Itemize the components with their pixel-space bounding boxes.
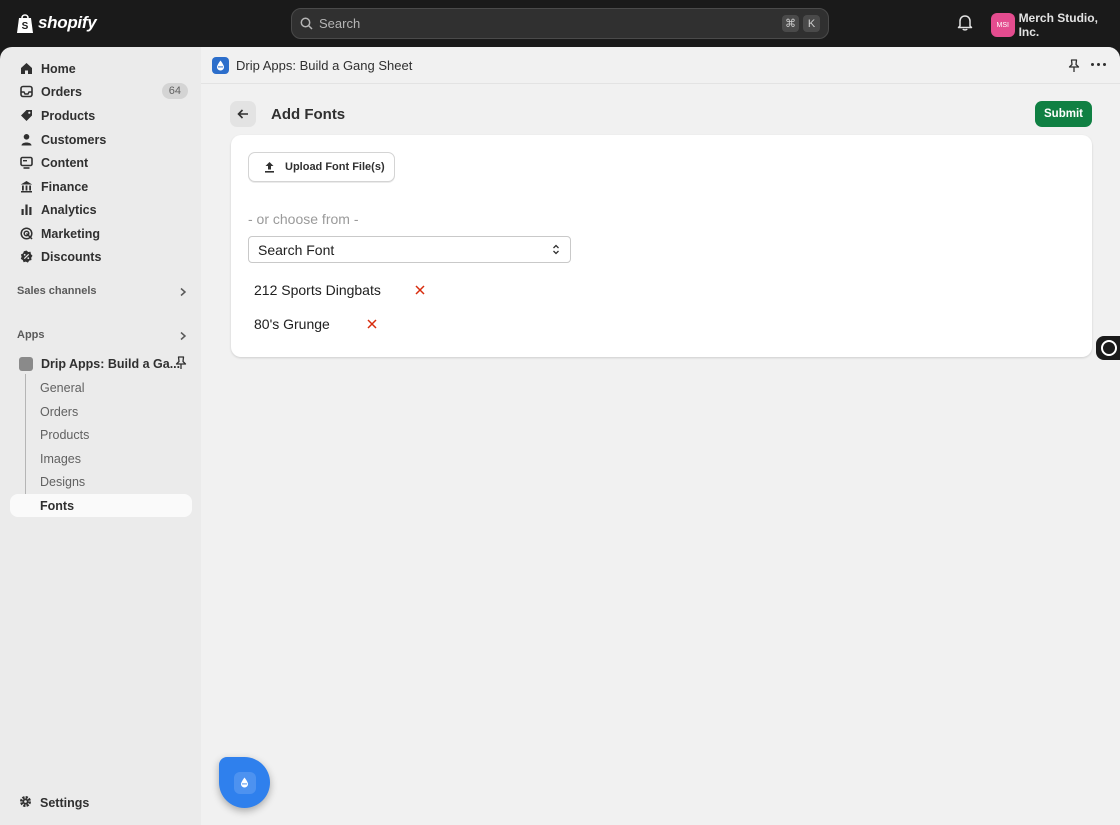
apps-heading[interactable]: Apps [17, 329, 45, 341]
sidebar-item-label: Analytics [41, 202, 97, 217]
submit-button[interactable]: Submit [1035, 101, 1092, 127]
font-select-value: Search Font [258, 241, 335, 258]
brand-name: shopify [38, 13, 97, 32]
font-name: 212 Sports Dingbats [254, 282, 381, 298]
sidebar-subitem-orders[interactable]: Orders [10, 400, 192, 423]
font-select[interactable]: Search Font [248, 236, 571, 263]
sidebar-item-discounts[interactable]: Discounts [10, 245, 192, 268]
tag-icon [19, 109, 33, 123]
app-icon [19, 356, 33, 371]
shortcut-key-k: K [803, 15, 820, 32]
select-arrows-icon [553, 244, 559, 255]
chevron-right-icon[interactable] [178, 287, 188, 297]
or-choose-text: - or choose from - [248, 211, 359, 227]
upload-font-label: Upload Font File(s) [285, 161, 385, 173]
inbox-icon [19, 85, 33, 99]
svg-text:S: S [22, 21, 29, 32]
sidebar-item-label: Orders [41, 84, 82, 99]
close-icon [367, 319, 377, 329]
ring-icon [1101, 340, 1117, 356]
bell-icon[interactable] [957, 14, 973, 31]
sidebar-item-customers[interactable]: Customers [10, 128, 192, 151]
discount-icon [19, 250, 33, 264]
monitor-icon [19, 156, 33, 170]
drip-app-logo-icon [212, 57, 229, 74]
arrow-left-icon [237, 109, 248, 119]
sidebar-subitem-general[interactable]: General [10, 376, 192, 399]
sidebar-subitem-fonts[interactable]: Fonts [10, 494, 192, 517]
sidebar-item-label: Discounts [41, 249, 102, 264]
sidebar-item-label: Marketing [41, 226, 101, 241]
sidebar-item-label: Settings [40, 795, 90, 810]
chevron-right-icon[interactable] [178, 331, 188, 341]
bank-icon [19, 180, 33, 194]
bar-chart-icon [19, 203, 33, 217]
top-bar: S shopify Search ⌘ K MSI Merch Studio, I… [0, 0, 1120, 47]
sidebar-item-label: Products [41, 108, 96, 123]
pin-icon[interactable] [1068, 59, 1080, 73]
target-icon [19, 227, 33, 241]
sidebar-item-orders[interactable]: Orders 64 [10, 80, 192, 103]
store-name: Merch Studio, Inc. [1018, 11, 1098, 39]
remove-font-button[interactable] [365, 317, 379, 331]
add-fonts-card: Upload Font File(s) - or choose from - S… [231, 135, 1092, 357]
sidebar-item-settings[interactable]: Settings [10, 791, 192, 814]
sales-channels-heading[interactable]: Sales channels [17, 285, 97, 297]
drip-chat-button[interactable] [219, 757, 270, 808]
sidebar-item-label: Customers [41, 132, 107, 147]
sidebar-item-content[interactable]: Content [10, 151, 192, 174]
sidebar-item-analytics[interactable]: Analytics [10, 198, 192, 221]
search-placeholder: Search [319, 16, 361, 31]
back-button[interactable] [230, 101, 256, 127]
sidebar-subitem-products[interactable]: Products [10, 423, 192, 446]
shopify-bag-icon: S [17, 14, 33, 33]
shortcut-key-cmd: ⌘ [782, 15, 799, 32]
sidebar-item-home[interactable]: Home [10, 57, 192, 80]
more-actions-icon[interactable] [1091, 63, 1106, 66]
sidebar-subitem-designs[interactable]: Designs [10, 470, 192, 493]
app-header: Drip Apps: Build a Gang Sheet [201, 47, 1120, 84]
upload-font-button[interactable]: Upload Font File(s) [248, 152, 395, 182]
sidebar-item-label: Drip Apps: Build a Ga... [41, 356, 181, 371]
page-title: Add Fonts [271, 106, 346, 123]
side-widget-toggle[interactable] [1096, 336, 1120, 360]
sidebar-item-label: Content [41, 155, 89, 170]
home-icon [19, 62, 33, 76]
orders-count-badge: 64 [161, 83, 188, 99]
remove-font-button[interactable] [413, 283, 427, 297]
app-title: Drip Apps: Build a Gang Sheet [236, 58, 413, 73]
person-icon [19, 133, 33, 147]
list-item: 212 Sports Dingbats [254, 280, 381, 300]
main-content: Drip Apps: Build a Gang Sheet Add Fonts … [201, 47, 1120, 825]
list-item: 80's Grunge [254, 314, 330, 334]
avatar: MSI [991, 13, 1015, 37]
store-menu[interactable]: MSI Merch Studio, Inc. [991, 11, 1120, 39]
sidebar-item-marketing[interactable]: Marketing [10, 222, 192, 245]
sidebar-item-label: Finance [41, 179, 89, 194]
drip-app-logo-icon [233, 771, 256, 794]
close-icon [415, 285, 425, 295]
sidebar-subitem-images[interactable]: Images [10, 447, 192, 470]
gear-icon [19, 795, 32, 811]
sidebar-item-finance[interactable]: Finance [10, 175, 192, 198]
sidebar-item-products[interactable]: Products [10, 104, 192, 127]
upload-icon [265, 162, 274, 173]
search-input[interactable]: Search ⌘ K [291, 8, 829, 39]
search-icon [300, 17, 313, 30]
pin-icon[interactable] [175, 356, 187, 370]
sidebar-item-drip-apps[interactable]: Drip Apps: Build a Ga... [10, 352, 192, 375]
shopify-logo[interactable]: S shopify [16, 12, 97, 34]
font-name: 80's Grunge [254, 316, 330, 332]
sidebar-item-label: Home [41, 61, 76, 76]
